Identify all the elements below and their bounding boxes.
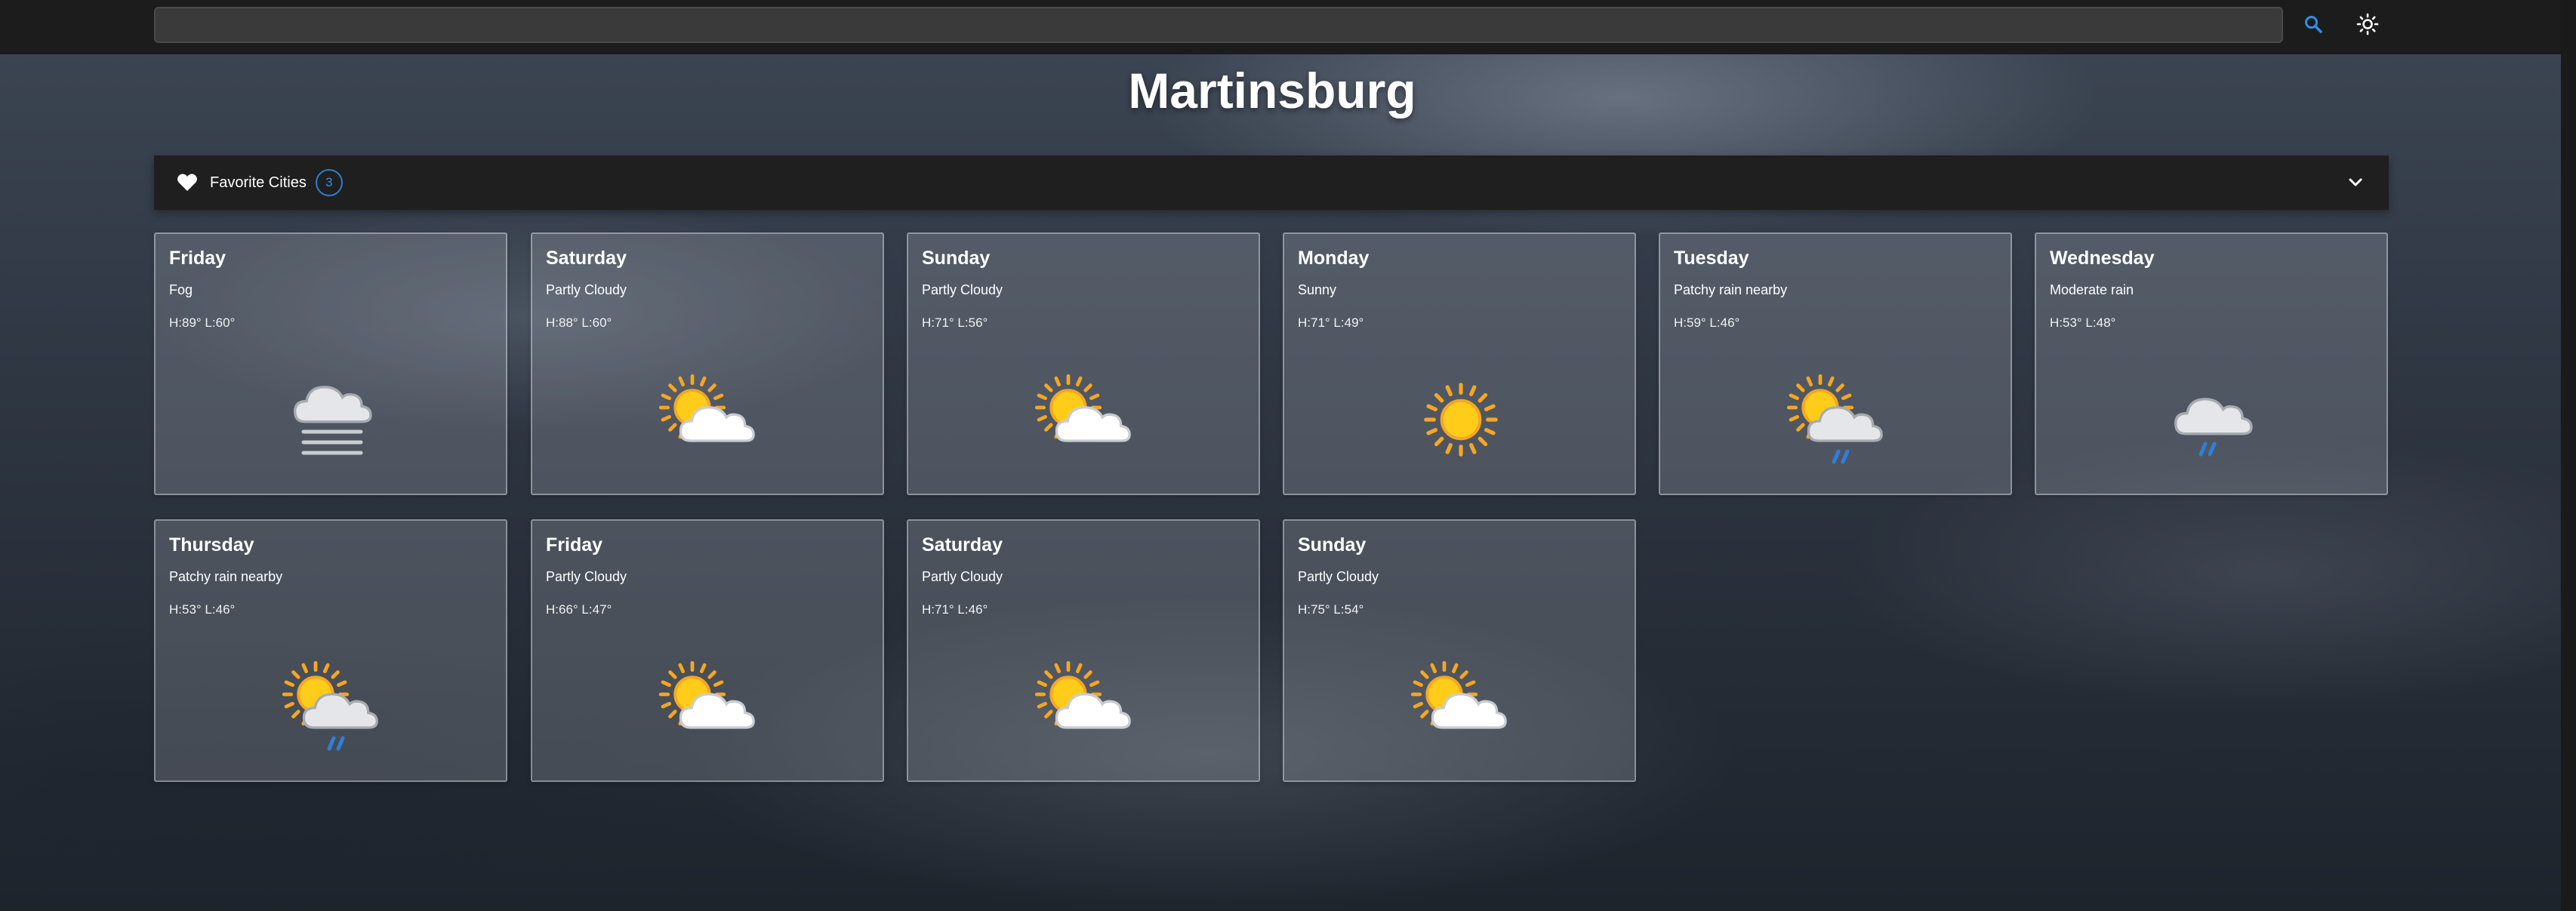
forecast-temps: H:88° L:60° <box>546 315 612 330</box>
forecast-temps: H:71° L:49° <box>1298 315 1364 330</box>
search-icon <box>2303 14 2323 38</box>
forecast-card[interactable]: Tuesday Patchy rain nearby H:59° L:46° <box>1659 232 2012 495</box>
forecast-temps: H:71° L:46° <box>922 602 988 617</box>
forecast-card[interactable]: Saturday Partly Cloudy H:88° L:60° <box>531 232 884 495</box>
forecast-day: Thursday <box>169 534 254 556</box>
forecast-condition: Partly Cloudy <box>922 282 1003 297</box>
forecast-day: Saturday <box>922 534 1003 556</box>
forecast-condition: Fog <box>169 282 193 297</box>
forecast-condition: Moderate rain <box>2050 282 2134 297</box>
heart-icon <box>177 172 199 193</box>
favorite-count-badge: 3 <box>315 169 343 196</box>
search-input[interactable] <box>154 7 2283 43</box>
forecast-temps: H:75° L:54° <box>1298 602 1364 617</box>
forecast-card[interactable]: Saturday Partly Cloudy H:71° L:46° <box>907 519 1260 782</box>
forecast-condition: Partly Cloudy <box>1298 569 1379 584</box>
forecast-condition: Patchy rain nearby <box>1674 282 1788 297</box>
scrollbar-track[interactable] <box>2561 0 2576 911</box>
forecast-card[interactable]: Thursday Patchy rain nearby H:53° L:46° <box>154 519 507 782</box>
forecast-condition: Partly Cloudy <box>546 282 627 297</box>
forecast-day: Friday <box>546 534 603 556</box>
forecast-temps: H:59° L:46° <box>1674 315 1740 330</box>
forecast-temps: H:71° L:56° <box>922 315 988 330</box>
forecast-card[interactable]: Sunday Partly Cloudy H:71° L:56° <box>907 232 1260 495</box>
forecast-day: Friday <box>169 248 226 269</box>
patchy-rain-icon <box>282 657 382 756</box>
search-button[interactable] <box>2298 11 2328 41</box>
forecast-condition: Partly Cloudy <box>922 569 1003 584</box>
theme-toggle-button[interactable] <box>2351 9 2384 42</box>
chevron-down-icon[interactable] <box>2345 172 2366 193</box>
partly-cloudy-icon <box>659 657 759 756</box>
forecast-day: Sunday <box>922 248 991 269</box>
partly-cloudy-icon <box>1035 370 1135 469</box>
city-title: Martinsburg <box>1128 63 1416 118</box>
forecast-day: Monday <box>1298 248 1370 269</box>
forecast-temps: H:89° L:60° <box>169 315 236 330</box>
forecast-condition: Patchy rain nearby <box>169 569 283 584</box>
forecast-condition: Sunny <box>1298 282 1337 297</box>
fog-icon <box>282 370 382 469</box>
forecast-card[interactable]: Wednesday Moderate rain H:53° L:48° <box>2035 232 2388 495</box>
patchy-rain-icon <box>1787 370 1887 469</box>
forecast-card[interactable]: Friday Fog H:89° L:60° <box>154 232 507 495</box>
forecast-temps: H:53° L:48° <box>2050 315 2116 330</box>
forecast-card[interactable]: Monday Sunny H:71° L:49° <box>1283 232 1636 495</box>
forecast-card[interactable]: Sunday Partly Cloudy H:75° L:54° <box>1283 519 1636 782</box>
sunny-icon <box>1411 370 1511 469</box>
partly-cloudy-icon <box>1411 657 1511 756</box>
forecast-day: Sunday <box>1298 534 1367 556</box>
forecast-day: Tuesday <box>1674 248 1749 269</box>
top-bar <box>0 0 2561 54</box>
partly-cloudy-icon <box>1035 657 1135 756</box>
favorite-cities-toggle[interactable]: Favorite Cities 3 <box>154 155 2389 210</box>
forecast-temps: H:66° L:47° <box>546 602 612 617</box>
favorite-cities-label: Favorite Cities <box>210 174 307 191</box>
forecast-condition: Partly Cloudy <box>546 569 627 584</box>
forecast-day: Saturday <box>546 248 627 269</box>
partly-cloudy-icon <box>659 370 759 469</box>
forecast-day: Wednesday <box>2050 248 2155 269</box>
forecast-card[interactable]: Friday Partly Cloudy H:66° L:47° <box>531 519 884 782</box>
sun-icon <box>2356 13 2379 39</box>
forecast-temps: H:53° L:46° <box>169 602 236 617</box>
moderate-rain-icon <box>2163 370 2263 469</box>
